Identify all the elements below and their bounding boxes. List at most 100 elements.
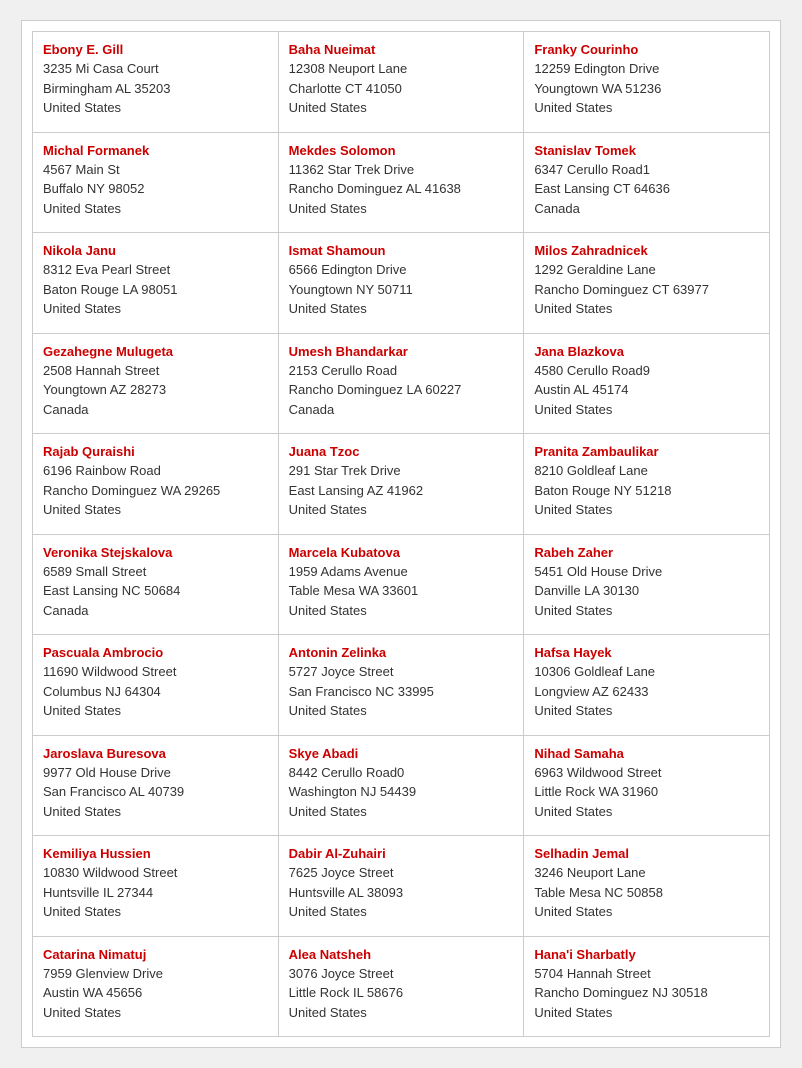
address-cell: Baha Nueimat 12308 Neuport LaneCharlotte … xyxy=(279,32,525,133)
address-line: United States xyxy=(289,1003,514,1023)
person-name: Pranita Zambaulikar xyxy=(534,444,759,459)
address-cell: Marcela Kubatova1959 Adams AvenueTable M… xyxy=(279,535,525,636)
address-line: Baton Rouge LA 98051 xyxy=(43,280,268,300)
address-line: 6566 Edington Drive xyxy=(289,260,514,280)
address-cell: Pascuala Ambrocio11690 Wildwood StreetCo… xyxy=(33,635,279,736)
address-line: Canada xyxy=(43,400,268,420)
address-line: United States xyxy=(43,802,268,822)
address-line: United States xyxy=(43,199,268,219)
address-line: 6963 Wildwood Street xyxy=(534,763,759,783)
address-line: United States xyxy=(43,701,268,721)
address-line: Austin AL 45174 xyxy=(534,380,759,400)
address-cell: Ismat Shamoun6566 Edington DriveYoungtow… xyxy=(279,233,525,334)
address-cell: Veronika Stejskalova6589 Small StreetEas… xyxy=(33,535,279,636)
address-line: 10306 Goldleaf Lane xyxy=(534,662,759,682)
person-name: Kemiliya Hussien xyxy=(43,846,268,861)
address-line: United States xyxy=(43,299,268,319)
person-name: Stanislav Tomek xyxy=(534,143,759,158)
person-name: Baha Nueimat xyxy=(289,42,514,57)
address-line: Huntsville AL 38093 xyxy=(289,883,514,903)
person-name: Catarina Nimatuj xyxy=(43,947,268,962)
person-name: Jaroslava Buresova xyxy=(43,746,268,761)
address-line: United States xyxy=(289,802,514,822)
person-name: Mekdes Solomon xyxy=(289,143,514,158)
address-line: United States xyxy=(534,400,759,420)
address-cell: Kemiliya Hussien10830 Wildwood StreetHun… xyxy=(33,836,279,937)
address-line: United States xyxy=(289,199,514,219)
address-line: 7625 Joyce Street xyxy=(289,863,514,883)
address-cell: Catarina Nimatuj 7959 Glenview DriveAusti… xyxy=(33,937,279,1038)
address-line: Canada xyxy=(534,199,759,219)
address-cell: Nihad Samaha6963 Wildwood StreetLittle R… xyxy=(524,736,770,837)
person-name: Ismat Shamoun xyxy=(289,243,514,258)
address-line: 2153 Cerullo Road xyxy=(289,361,514,381)
address-line: Baton Rouge NY 51218 xyxy=(534,481,759,501)
address-line: 8442 Cerullo Road0 xyxy=(289,763,514,783)
address-line: United States xyxy=(534,601,759,621)
address-line: East Lansing AZ 41962 xyxy=(289,481,514,501)
address-line: Rancho Dominguez WA 29265 xyxy=(43,481,268,501)
person-name: Veronika Stejskalova xyxy=(43,545,268,560)
person-name: Antonin Zelinka xyxy=(289,645,514,660)
address-cell: Hana'i Sharbatly5704 Hannah StreetRancho… xyxy=(524,937,770,1038)
address-cell: Michal Formanek4567 Main StBuffalo NY 98… xyxy=(33,133,279,234)
address-line: Birmingham AL 35203 xyxy=(43,79,268,99)
address-line: 6347 Cerullo Road1 xyxy=(534,160,759,180)
address-cell: Skye Abadi8442 Cerullo Road0Washington N… xyxy=(279,736,525,837)
person-name: Hana'i Sharbatly xyxy=(534,947,759,962)
address-line: Rancho Dominguez CT 63977 xyxy=(534,280,759,300)
address-line: United States xyxy=(43,500,268,520)
address-cell: Stanislav Tomek6347 Cerullo Road1East La… xyxy=(524,133,770,234)
address-cell: Antonin Zelinka5727 Joyce StreetSan Fran… xyxy=(279,635,525,736)
person-name: Skye Abadi xyxy=(289,746,514,761)
address-line: United States xyxy=(289,299,514,319)
address-cell: Nikola Janu8312 Eva Pearl StreetBaton Ro… xyxy=(33,233,279,334)
person-name: Selhadin Jemal xyxy=(534,846,759,861)
address-cell: Milos Zahradnicek1292 Geraldine LaneRanc… xyxy=(524,233,770,334)
address-line: Canada xyxy=(43,601,268,621)
address-line: Rancho Dominguez AL 41638 xyxy=(289,179,514,199)
person-name: Juana Tzoc xyxy=(289,444,514,459)
person-name: Gezahegne Mulugeta xyxy=(43,344,268,359)
address-line: 11362 Star Trek Drive xyxy=(289,160,514,180)
person-name: Rabeh Zaher xyxy=(534,545,759,560)
person-name: Nihad Samaha xyxy=(534,746,759,761)
address-cell: Rabeh Zaher5451 Old House DriveDanville … xyxy=(524,535,770,636)
address-line: 1292 Geraldine Lane xyxy=(534,260,759,280)
address-line: Canada xyxy=(289,400,514,420)
address-line: United States xyxy=(43,98,268,118)
address-line: 12259 Edington Drive xyxy=(534,59,759,79)
address-line: Buffalo NY 98052 xyxy=(43,179,268,199)
address-cell: Rajab Quraishi 6196 Rainbow RoadRancho Do… xyxy=(33,434,279,535)
address-line: Columbus NJ 64304 xyxy=(43,682,268,702)
address-line: 12308 Neuport Lane xyxy=(289,59,514,79)
address-line: 2508 Hannah Street xyxy=(43,361,268,381)
address-line: 5727 Joyce Street xyxy=(289,662,514,682)
address-line: United States xyxy=(534,802,759,822)
person-name: Michal Formanek xyxy=(43,143,268,158)
person-name: Marcela Kubatova xyxy=(289,545,514,560)
address-line: Charlotte CT 41050 xyxy=(289,79,514,99)
address-line: Rancho Dominguez NJ 30518 xyxy=(534,983,759,1003)
address-line: Rancho Dominguez LA 60227 xyxy=(289,380,514,400)
address-line: Little Rock IL 58676 xyxy=(289,983,514,1003)
address-line: United States xyxy=(43,1003,268,1023)
address-line: United States xyxy=(534,902,759,922)
person-name: Franky Courinho xyxy=(534,42,759,57)
address-line: Austin WA 45656 xyxy=(43,983,268,1003)
address-cell: Ebony E. Gill3235 Mi Casa CourtBirmingha… xyxy=(33,32,279,133)
address-line: 7959 Glenview Drive xyxy=(43,964,268,984)
address-cell: Hafsa Hayek10306 Goldleaf LaneLongview A… xyxy=(524,635,770,736)
address-line: 6196 Rainbow Road xyxy=(43,461,268,481)
address-line: 3076 Joyce Street xyxy=(289,964,514,984)
address-cell: Gezahegne Mulugeta2508 Hannah StreetYoun… xyxy=(33,334,279,435)
address-line: United States xyxy=(534,701,759,721)
address-line: 6589 Small Street xyxy=(43,562,268,582)
address-line: Table Mesa WA 33601 xyxy=(289,581,514,601)
person-name: Hafsa Hayek xyxy=(534,645,759,660)
address-cell: Jaroslava Buresova9977 Old House DriveSa… xyxy=(33,736,279,837)
address-cell: Mekdes Solomon 11362 Star Trek DriveRanch… xyxy=(279,133,525,234)
person-name: Rajab Quraishi xyxy=(43,444,268,459)
address-line: United States xyxy=(289,701,514,721)
person-name: Dabir Al-Zuhairi xyxy=(289,846,514,861)
